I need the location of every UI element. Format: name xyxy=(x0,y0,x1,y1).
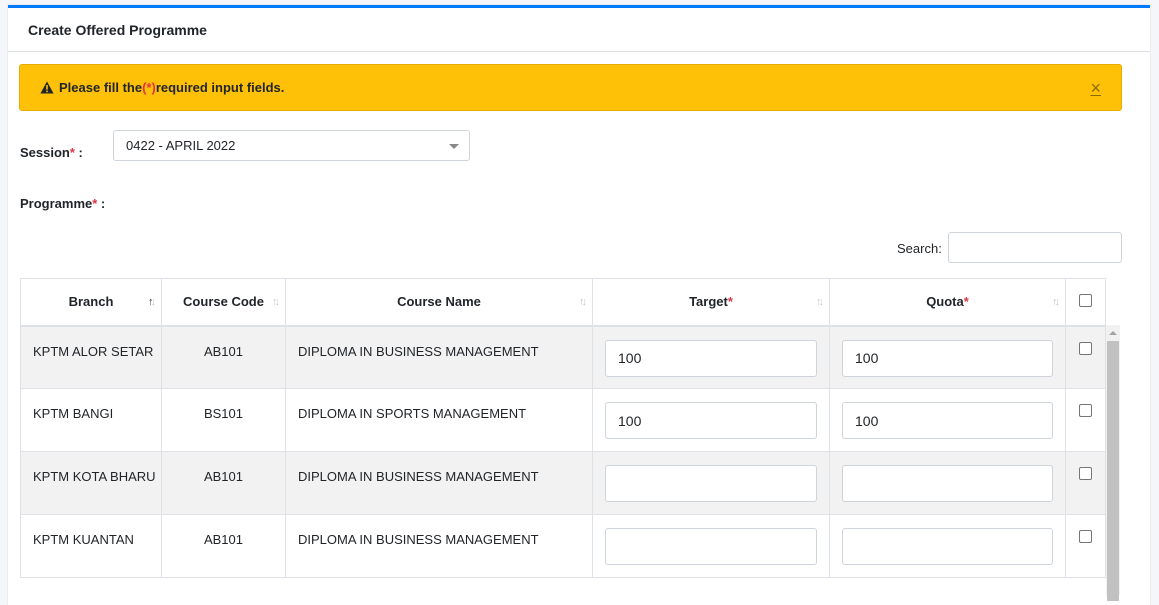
target-input[interactable] xyxy=(605,528,817,565)
quota-cell: 100 xyxy=(829,388,1066,452)
table-header-row: Branch ↑↓ Course Code ↑↓ Course Name ↑↓ … xyxy=(20,278,1106,327)
programme-label: Programme* : xyxy=(20,196,105,211)
column-label: Target xyxy=(689,294,728,310)
branch-cell: KPTM KOTA BHARU xyxy=(20,451,162,515)
table-scrollbar[interactable] xyxy=(1106,325,1120,601)
course-code-cell: BS101 xyxy=(161,388,286,452)
scrollbar-thumb[interactable] xyxy=(1107,341,1119,601)
quota-cell: 100 xyxy=(829,325,1066,389)
sort-icon: ↑↓ xyxy=(1052,296,1060,308)
chevron-down-icon xyxy=(449,144,459,149)
required-star: * xyxy=(963,294,969,310)
programme-table: Branch ↑↓ Course Code ↑↓ Course Name ↑↓ … xyxy=(20,278,1106,578)
table-row: KPTM KUANTAN AB101 DIPLOMA IN BUSINESS M… xyxy=(20,514,1106,578)
quota-cell xyxy=(829,514,1066,578)
required-star: * xyxy=(727,294,733,310)
card-title: Create Offered Programme xyxy=(8,8,1150,52)
alert-close-button[interactable]: × xyxy=(1090,78,1101,99)
course-code-cell: AB101 xyxy=(161,451,286,515)
row-checkbox[interactable] xyxy=(1079,404,1092,417)
search-input[interactable] xyxy=(948,232,1122,263)
target-input[interactable]: 100 xyxy=(605,402,817,439)
branch-cell: KPTM BANGI xyxy=(20,388,162,452)
column-label: Course Name xyxy=(397,294,481,310)
table-row: KPTM BANGI BS101 DIPLOMA IN SPORTS MANAG… xyxy=(20,388,1106,452)
session-select-value: 0422 - APRIL 2022 xyxy=(126,138,236,153)
quota-input[interactable]: 100 xyxy=(842,402,1053,439)
course-code-cell: AB101 xyxy=(161,325,286,389)
table-row: KPTM KOTA BHARU AB101 DIPLOMA IN BUSINES… xyxy=(20,451,1106,515)
target-cell xyxy=(592,514,830,578)
column-label: Quota xyxy=(926,294,964,310)
quota-input[interactable]: 100 xyxy=(842,339,1053,377)
column-header-course-code[interactable]: Course Code ↑↓ xyxy=(161,278,286,327)
target-cell: 100 xyxy=(592,325,830,389)
branch-cell: KPTM ALOR SETAR xyxy=(20,325,162,389)
branch-cell: KPTM KUANTAN xyxy=(20,514,162,578)
quota-cell xyxy=(829,451,1066,515)
column-label: Branch xyxy=(68,294,114,310)
session-label-text: Session xyxy=(20,145,70,160)
select-all-checkbox[interactable] xyxy=(1079,293,1092,307)
course-name-cell: DIPLOMA IN BUSINESS MANAGEMENT xyxy=(285,325,593,389)
sort-ascending-icon: ↑↓ xyxy=(148,296,156,308)
row-checkbox[interactable] xyxy=(1079,530,1092,543)
alert-text-after: required input fields. xyxy=(155,80,285,95)
column-header-target[interactable]: Target* ↑↓ xyxy=(592,278,830,327)
target-input[interactable]: 100 xyxy=(605,339,817,377)
target-cell xyxy=(592,451,830,515)
programme-label-text: Programme xyxy=(20,196,93,211)
column-label: Course Code xyxy=(183,294,264,310)
course-name-cell: DIPLOMA IN BUSINESS MANAGEMENT xyxy=(285,451,593,515)
course-code-cell: AB101 xyxy=(161,514,286,578)
select-cell xyxy=(1065,388,1106,452)
course-name-cell: DIPLOMA IN SPORTS MANAGEMENT xyxy=(285,388,593,452)
session-select[interactable]: 0422 - APRIL 2022 xyxy=(113,130,470,161)
quota-input[interactable] xyxy=(842,465,1053,502)
required-fields-alert: Please fill the (*) required input fields… xyxy=(19,64,1122,111)
sort-icon: ↑↓ xyxy=(272,296,280,308)
target-cell: 100 xyxy=(592,388,830,452)
label-colon: : xyxy=(97,196,106,211)
sort-icon: ↑↓ xyxy=(579,296,587,308)
column-header-quota[interactable]: Quota* ↑↓ xyxy=(829,278,1066,327)
warning-icon xyxy=(40,81,54,94)
course-name-cell: DIPLOMA IN BUSINESS MANAGEMENT xyxy=(285,514,593,578)
select-cell xyxy=(1065,514,1106,578)
select-cell xyxy=(1065,451,1106,515)
session-label: Session* : xyxy=(20,145,83,160)
column-header-select-all xyxy=(1065,278,1106,327)
table-row: KPTM ALOR SETAR AB101 DIPLOMA IN BUSINES… xyxy=(20,325,1106,389)
row-checkbox[interactable] xyxy=(1079,341,1092,355)
scroll-up-arrow-icon[interactable] xyxy=(1109,331,1117,335)
row-checkbox[interactable] xyxy=(1079,467,1092,480)
alert-required-mark: (*) xyxy=(142,80,156,95)
column-header-course-name[interactable]: Course Name ↑↓ xyxy=(285,278,593,327)
column-header-branch[interactable]: Branch ↑↓ xyxy=(20,278,162,327)
sort-icon: ↑↓ xyxy=(816,296,824,308)
target-input[interactable] xyxy=(605,465,817,502)
label-colon: : xyxy=(74,145,83,160)
alert-text-before: Please fill the xyxy=(59,80,143,95)
quota-input[interactable] xyxy=(842,528,1053,565)
search-label: Search: xyxy=(897,241,942,256)
select-cell xyxy=(1065,325,1106,389)
